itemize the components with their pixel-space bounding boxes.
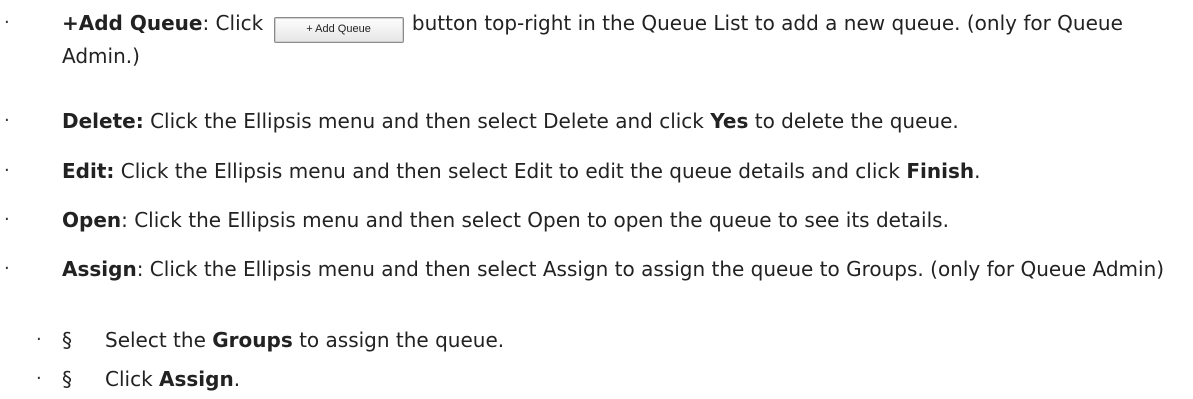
item-text: +Add Queue: Click + Add Queue button top… [62, 10, 1187, 69]
add-queue-button-image: + Add Queue [273, 17, 404, 43]
term-delete: Delete: [62, 109, 144, 133]
item-text-part: Select the [105, 328, 213, 352]
bullet: · [4, 12, 10, 33]
item-text-part: : Click the Ellipsis menu and then selec… [121, 208, 949, 232]
item-text-part: . [233, 367, 241, 391]
item-text-part: to assign the queue. [292, 328, 505, 352]
bullet: · [4, 110, 10, 131]
bullet: · [36, 329, 42, 350]
term-assign: Assign [62, 257, 137, 281]
item-text-part: . [974, 159, 981, 183]
bullet: · [4, 258, 10, 279]
item-text-part: Click the Ellipsis menu and then select … [143, 109, 711, 133]
item-text: Delete: Click the Ellipsis menu and then… [62, 108, 1187, 134]
assign-term: Assign [159, 367, 234, 391]
item-text: Open: Click the Ellipsis menu and then s… [62, 207, 1187, 233]
item-text: Select the Groups to assign the queue. [105, 327, 1185, 353]
item-text: Assign: Click the Ellipsis menu and then… [62, 256, 1187, 282]
bullet: · [4, 209, 10, 230]
item-text-part: to delete the queue. [748, 109, 959, 133]
item-text: Edit: Click the Ellipsis menu and then s… [62, 158, 1187, 184]
yes-term: Yes [710, 109, 749, 133]
item-text-part: : Click [202, 11, 270, 35]
section-mark: § [62, 367, 72, 391]
groups-term: Groups [212, 328, 293, 352]
item-text: Click Assign. [105, 366, 1185, 392]
section-mark: § [62, 328, 72, 352]
bullet: · [36, 368, 42, 389]
term-add-queue: +Add Queue [62, 11, 203, 35]
item-text-part: : Click the Ellipsis menu and then selec… [136, 257, 1165, 281]
item-text-part: Click the Ellipsis menu and then select … [114, 159, 907, 183]
term-open: Open [62, 208, 122, 232]
finish-term: Finish [906, 159, 975, 183]
term-edit: Edit: [62, 159, 115, 183]
bullet: · [4, 160, 10, 181]
item-text-part: Click [105, 367, 160, 391]
